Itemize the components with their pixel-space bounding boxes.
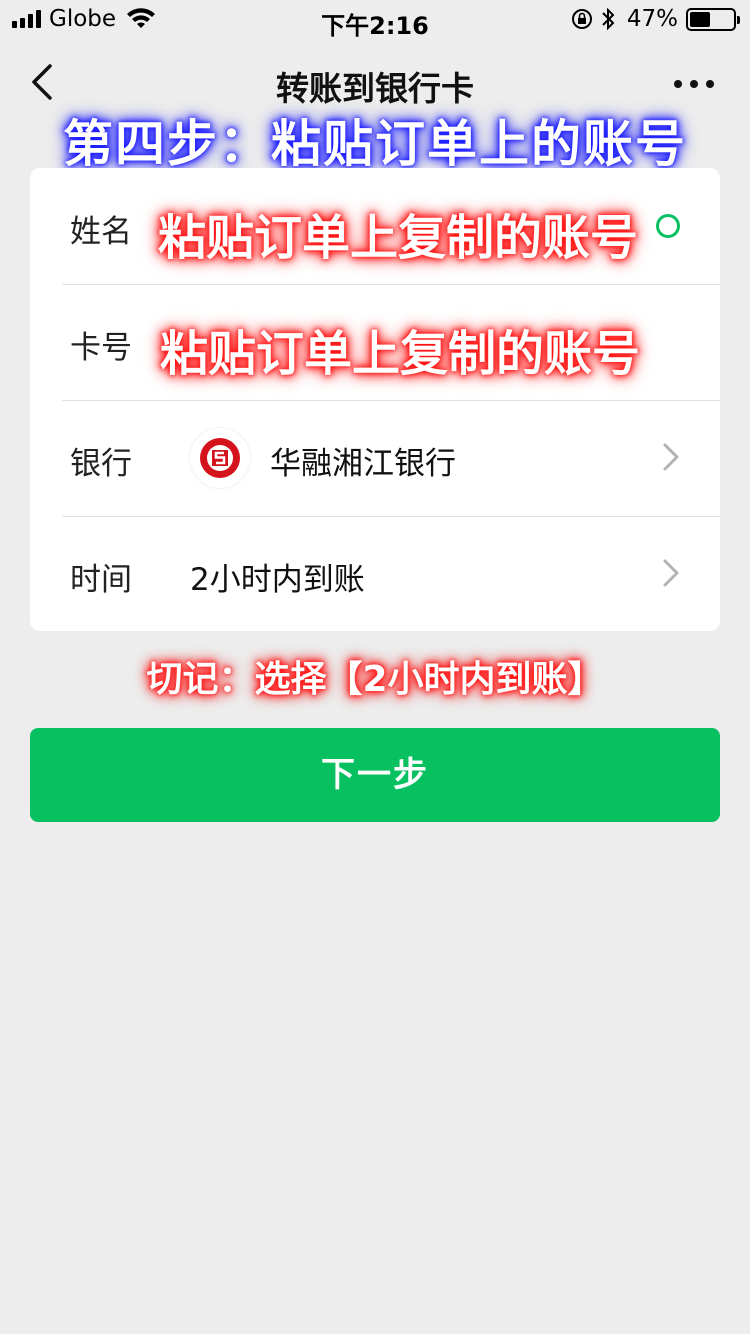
paste-card-overlay: 粘贴订单上复制的账号 [160, 326, 641, 382]
bluetooth-icon [602, 7, 615, 31]
arrival-time-value: 2小时内到账 [190, 562, 365, 598]
step-instruction-overlay: 第四步：粘贴订单上的账号 [63, 115, 687, 173]
bank-row[interactable]: 银行 华融湘江银行 [30, 400, 720, 516]
name-row[interactable]: 姓名 粘贴订单上复制的账号 [30, 168, 720, 284]
arrival-time-row[interactable]: 时间 2小时内到账 [30, 516, 720, 632]
name-label: 姓名 [70, 214, 132, 250]
card-number-label: 卡号 [70, 330, 132, 366]
status-bar: Globe 下午2:16 47% [0, 0, 750, 40]
bank-emblem-icon [200, 438, 240, 478]
next-step-button[interactable]: 下一步 [30, 728, 720, 822]
contact-icon[interactable] [656, 214, 680, 238]
card-number-row[interactable]: 卡号 粘贴订单上复制的账号 [30, 284, 720, 400]
arrival-time-label: 时间 [70, 562, 132, 598]
chevron-right-icon [663, 443, 679, 471]
status-right: 47% [571, 6, 740, 32]
battery-icon [686, 7, 740, 31]
more-icon[interactable] [674, 80, 714, 88]
bank-label: 银行 [70, 446, 132, 482]
battery-fill [690, 11, 710, 27]
bank-logo-icon [190, 428, 250, 488]
bank-name: 华融湘江银行 [270, 446, 456, 482]
screen: Globe 下午2:16 47% 转账到银行卡 第四步：粘贴订单上的账号 姓名 … [0, 0, 750, 1334]
transfer-form-card: 姓名 粘贴订单上复制的账号 卡号 粘贴订单上复制的账号 银行 华融湘江银行 时间… [30, 168, 720, 631]
chevron-right-icon [663, 559, 679, 587]
paste-name-overlay: 粘贴订单上复制的账号 [158, 210, 639, 266]
rotation-lock-icon [571, 9, 592, 29]
page-title: 转账到银行卡 [276, 69, 474, 108]
battery-percent: 47% [626, 6, 678, 32]
reminder-overlay: 切记：选择【2小时内到账】 [146, 659, 604, 700]
